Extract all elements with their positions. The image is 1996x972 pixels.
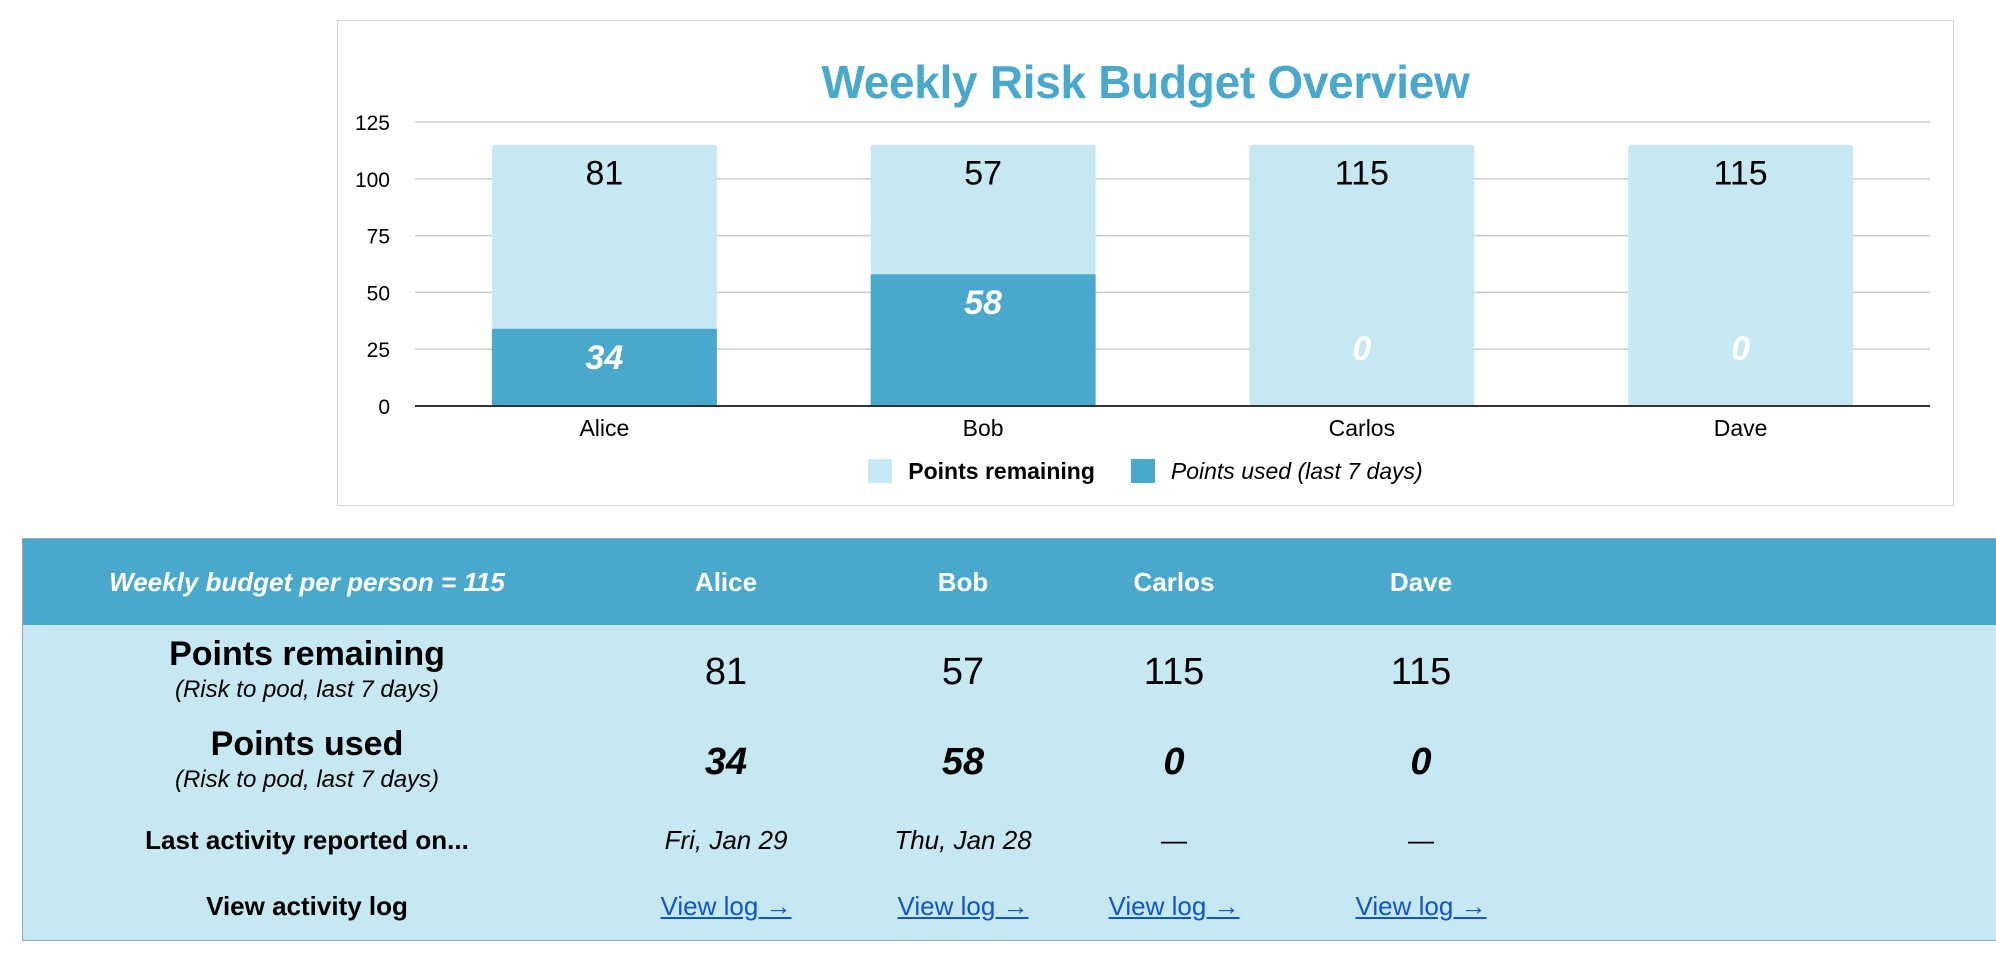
y-tick-label-25: 25 — [367, 339, 390, 362]
legend-label-used: Points used (last 7 days) — [1170, 457, 1423, 484]
remaining-sublabel: (Risk to pod, last 7 days) — [174, 676, 440, 703]
view-log-link-dave[interactable]: View log → — [1355, 891, 1486, 921]
used-bob: 58 — [941, 741, 985, 783]
view-log-link-alice[interactable]: View log → — [660, 891, 791, 921]
y-tick-label-50: 50 — [367, 282, 390, 305]
activity-dave: — — [1408, 825, 1434, 855]
legend-item-used: Points used (last 7 days) — [1130, 457, 1423, 485]
data-label-remaining-carlos: 115 — [1335, 155, 1389, 193]
x-tick-label-alice: Alice — [579, 415, 629, 441]
y-tick-label-125: 125 — [355, 112, 390, 135]
row-label-used: Points used (Risk to pod, last 7 days) — [175, 725, 439, 794]
data-label-used-carlos: 0 — [1352, 330, 1371, 368]
header-carlos: Carlos — [1133, 567, 1215, 597]
x-tick-label-dave: Dave — [1714, 415, 1768, 441]
remaining-bob: 57 — [941, 651, 985, 693]
chart-legend: Points remaining Points used (last 7 day… — [338, 457, 1953, 485]
log-cell-alice: View log → — [660, 891, 791, 922]
legend-label-remaining: Points remaining — [908, 457, 1095, 484]
view-log-link-carlos[interactable]: View log → — [1108, 891, 1239, 921]
activity-carlos: — — [1161, 825, 1187, 855]
remaining-label: Points remaining — [169, 635, 445, 673]
activity-label: Last activity reported on... — [145, 825, 469, 855]
used-sublabel: (Risk to pod, last 7 days) — [174, 766, 440, 793]
data-label-remaining-bob: 57 — [964, 155, 1002, 193]
remaining-dave: 115 — [1390, 651, 1452, 693]
view-log-link-bob[interactable]: View log → — [897, 891, 1028, 921]
y-tick-label-75: 75 — [367, 226, 390, 249]
header-alice: Alice — [694, 567, 758, 597]
remaining-carlos: 115 — [1143, 651, 1205, 693]
x-tick-label-carlos: Carlos — [1329, 415, 1395, 441]
table-header: Weekly budget per person = 115 Alice Bob… — [23, 539, 1996, 625]
budget-table: Weekly budget per person = 115 Alice Bob… — [22, 538, 1996, 941]
legend-swatch-used — [1130, 459, 1155, 483]
header-dave: Dave — [1389, 567, 1453, 597]
chart-card: Weekly Risk Budget Overview 0 25 50 75 100 12… — [337, 20, 1954, 506]
log-cell-bob: View log → — [897, 891, 1028, 922]
data-label-remaining-alice: 81 — [585, 155, 623, 193]
used-label: Points used — [210, 725, 404, 763]
data-label-used-alice: 34 — [585, 339, 623, 377]
remaining-alice: 81 — [704, 651, 748, 693]
data-label-used-dave: 0 — [1731, 330, 1750, 368]
log-cell-carlos: View log → — [1108, 891, 1239, 922]
header-budget: Weekly budget per person = 115 — [109, 567, 505, 597]
activity-alice: Fri, Jan 29 — [664, 825, 788, 855]
used-carlos: 0 — [1163, 741, 1185, 783]
data-label-used-bob: 58 — [964, 284, 1002, 322]
header-bob: Bob — [937, 567, 989, 597]
activity-bob: Thu, Jan 28 — [894, 825, 1032, 855]
log-label: View activity log — [206, 891, 408, 921]
x-tick-label-bob: Bob — [963, 415, 1004, 441]
y-tick-label-0: 0 — [378, 396, 390, 419]
y-tick-label-100: 100 — [355, 169, 390, 192]
row-label-remaining: Points remaining (Risk to pod, last 7 da… — [169, 635, 445, 704]
data-label-remaining-dave: 115 — [1714, 155, 1768, 193]
legend-item-remaining: Points remaining — [868, 458, 1095, 485]
log-cell-dave: View log → — [1355, 891, 1486, 922]
used-dave: 0 — [1410, 741, 1432, 783]
bar-chart: 0 25 50 75 100 125 81 34 Alice 57 58 Bob 115 0 Carlos 1… — [355, 112, 1930, 441]
legend-swatch-remaining — [868, 459, 893, 483]
used-alice: 34 — [704, 741, 748, 783]
